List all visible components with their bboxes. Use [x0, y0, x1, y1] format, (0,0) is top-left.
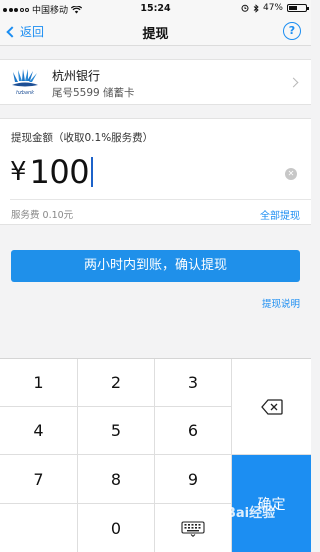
- keyboard-icon: [181, 520, 205, 537]
- bank-logo-text: hzbank: [15, 90, 35, 96]
- key-3[interactable]: 3: [155, 359, 232, 407]
- chevron-right-icon: [288, 77, 299, 88]
- status-right: 47%: [241, 3, 309, 13]
- alarm-icon: [241, 4, 249, 12]
- amount-value: 100: [29, 153, 90, 191]
- key-8[interactable]: 8: [78, 455, 155, 504]
- key-0[interactable]: 0: [78, 504, 155, 552]
- status-bar: 中国移动 15:24 47%: [0, 0, 311, 17]
- battery-fill: [289, 6, 297, 10]
- bank-name: 杭州银行: [52, 69, 101, 83]
- numeric-keypad: 1 2 3 4 5 6 7 8 9 0 确定: [0, 358, 311, 552]
- hide-keyboard-key[interactable]: [155, 504, 232, 552]
- key-5[interactable]: 5: [78, 407, 155, 455]
- bluetooth-icon: [253, 3, 259, 13]
- currency-symbol: ¥: [10, 157, 27, 187]
- text-caret: [91, 157, 94, 187]
- divider: [10, 199, 311, 200]
- key-6[interactable]: 6: [155, 407, 232, 455]
- backspace-icon: [260, 398, 283, 415]
- amount-input[interactable]: ¥ 100: [10, 151, 94, 193]
- chevron-left-icon: [6, 25, 18, 38]
- help-button[interactable]: ?: [283, 22, 301, 40]
- key-9[interactable]: 9: [155, 455, 232, 504]
- key-blank: [0, 504, 78, 552]
- key-7[interactable]: 7: [0, 455, 78, 504]
- nav-bar: 返回 提现 ?: [0, 17, 311, 46]
- amount-section: 提现金额（收取0.1%服务费） ¥ 100 ✕ 服务费 0.10元 全部提现: [0, 118, 311, 225]
- page-title: 提现: [142, 27, 169, 42]
- withdraw-explanation-link[interactable]: 提现说明: [262, 296, 300, 310]
- amount-label: 提现金额（收取0.1%服务费）: [11, 132, 154, 144]
- key-1[interactable]: 1: [0, 359, 78, 407]
- clear-icon[interactable]: ✕: [285, 168, 297, 180]
- key-2[interactable]: 2: [78, 359, 155, 407]
- key-4[interactable]: 4: [0, 407, 78, 455]
- battery-percent: 47%: [262, 3, 283, 13]
- ok-key[interactable]: 确定: [232, 455, 311, 552]
- battery-icon: [287, 4, 309, 12]
- backspace-key[interactable]: [232, 359, 311, 455]
- bank-card-selector[interactable]: hzbank 杭州银行 尾号5599 储蓄卡: [0, 59, 311, 105]
- service-fee-text: 服务费 0.10元: [11, 210, 74, 221]
- bank-card-info: 尾号5599 储蓄卡: [52, 87, 135, 99]
- confirm-withdraw-button[interactable]: 两小时内到账，确认提现: [11, 250, 300, 282]
- back-button[interactable]: 返回: [6, 23, 45, 40]
- withdraw-all-link[interactable]: 全部提现: [260, 207, 300, 222]
- back-label: 返回: [20, 25, 45, 39]
